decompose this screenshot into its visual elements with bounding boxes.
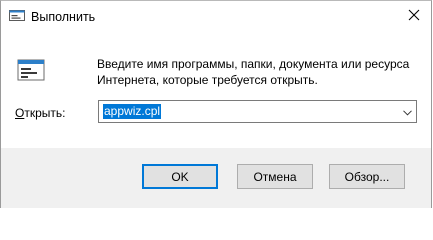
close-icon xyxy=(408,9,420,24)
cancel-button[interactable]: Отмена xyxy=(237,164,313,189)
close-button[interactable] xyxy=(399,1,429,31)
chevron-down-icon xyxy=(403,105,412,119)
command-input[interactable]: appwiz.cpl xyxy=(103,104,162,119)
open-label-text: ткрыть: xyxy=(24,106,66,120)
run-app-icon xyxy=(9,9,25,23)
browse-button[interactable]: Обзор... xyxy=(329,164,405,189)
open-label: Открыть: xyxy=(15,106,65,120)
run-dialog-window: Выполнить Введите имя программы, папки, … xyxy=(0,0,432,208)
title-bar[interactable]: Выполнить xyxy=(1,1,431,31)
dropdown-button[interactable] xyxy=(399,101,416,122)
button-footer: OK Отмена Обзор... xyxy=(1,148,431,208)
ok-button[interactable]: OK xyxy=(142,164,218,189)
run-dialog-icon xyxy=(17,59,45,81)
open-label-accelerator: О xyxy=(15,106,25,120)
dialog-description: Введите имя программы, папки, документа … xyxy=(97,57,410,87)
window-title: Выполнить xyxy=(31,10,96,24)
command-combobox[interactable]: appwiz.cpl xyxy=(98,100,417,123)
